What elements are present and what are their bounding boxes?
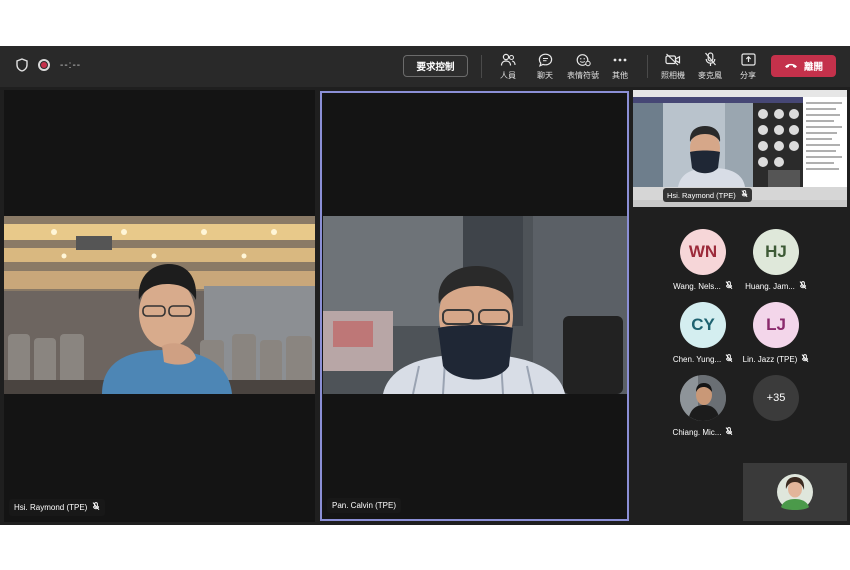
- mic-label: 麥克風: [698, 71, 722, 80]
- shield-icon[interactable]: [16, 58, 28, 72]
- people-label: 人員: [500, 71, 516, 80]
- participant-label: Lin. Jazz (TPE): [743, 354, 810, 365]
- share-button[interactable]: 分享: [728, 52, 768, 81]
- avatar: LJ: [753, 302, 799, 348]
- more-button[interactable]: 其他: [600, 52, 640, 81]
- participant-video: [323, 216, 627, 394]
- participant-name: Lin. Jazz (TPE): [742, 355, 798, 364]
- mic-off-icon: [92, 502, 100, 513]
- mic-off-icon: [725, 427, 733, 438]
- recording-icon: [38, 59, 50, 71]
- participant-name: Hsi. Raymond (TPE): [667, 190, 736, 200]
- chat-label: 聊天: [537, 71, 553, 80]
- participant-name: Huang. Jam...: [745, 282, 795, 291]
- participant-tile[interactable]: CY Chen. Yung...: [668, 302, 738, 365]
- participant-tile[interactable]: LJ Lin. Jazz (TPE): [741, 302, 811, 365]
- participant-name-tag: Pan. Calvin (TPE): [327, 498, 402, 513]
- more-icon: [613, 52, 627, 67]
- self-video: [743, 463, 847, 521]
- teams-meeting-window: --:-- 要求控制 人員 聊天 表情符號 其他 照相機 麥克風 分享 離開 H…: [0, 46, 850, 525]
- self-view[interactable]: [743, 463, 847, 521]
- leave-button[interactable]: 離開: [771, 55, 836, 77]
- people-button[interactable]: 人員: [488, 52, 528, 81]
- avatar: WN: [680, 229, 726, 275]
- video-tile-active[interactable]: Pan. Calvin (TPE): [320, 91, 629, 521]
- participant-name: Pan. Calvin (TPE): [332, 501, 397, 510]
- toolbar-divider: [647, 55, 648, 78]
- request-control-button[interactable]: 要求控制: [403, 55, 468, 77]
- leave-label: 離開: [803, 62, 823, 73]
- participant-tile[interactable]: WN Wang. Nels...: [668, 229, 738, 292]
- mic-off-icon: [725, 281, 733, 292]
- more-participants-count: +35: [753, 375, 799, 421]
- participant-label: Chiang. Mic...: [673, 427, 734, 438]
- avatar-photo: [680, 375, 726, 421]
- people-icon: [500, 52, 516, 67]
- camera-button[interactable]: 照相機: [653, 52, 693, 81]
- camera-off-icon: [665, 52, 681, 67]
- mic-off-icon: [741, 190, 748, 200]
- participant-label: Huang. Jam...: [745, 281, 807, 292]
- more-label: 其他: [612, 71, 628, 80]
- avatar: HJ: [753, 229, 799, 275]
- participant-label: Wang. Nels...: [673, 281, 733, 292]
- participant-name-tag: Hsi. Raymond (TPE): [9, 499, 106, 516]
- share-label: 分享: [740, 71, 756, 80]
- meeting-toolbar: --:-- 要求控制 人員 聊天 表情符號 其他 照相機 麥克風 分享 離開: [0, 46, 850, 87]
- reactions-button[interactable]: 表情符號: [563, 52, 603, 81]
- participant-video: [4, 216, 315, 394]
- chat-icon: [538, 52, 553, 67]
- participant-name: Hsi. Raymond (TPE): [14, 503, 88, 512]
- participant-name-tag: Hsi. Raymond (TPE): [663, 188, 752, 202]
- reactions-label: 表情符號: [567, 71, 599, 80]
- mic-off-icon: [704, 52, 717, 67]
- meeting-status: --:--: [16, 58, 81, 72]
- mic-button[interactable]: 麥克風: [690, 52, 730, 81]
- participant-name: Chen. Yung...: [672, 355, 722, 364]
- phone-hangup-icon: [784, 61, 798, 72]
- share-icon: [740, 52, 756, 67]
- mic-off-icon: [801, 354, 809, 365]
- mic-off-icon: [799, 281, 807, 292]
- reactions-icon: [576, 52, 591, 67]
- participant-name: Chiang. Mic...: [672, 428, 722, 437]
- participant-label: Chen. Yung...: [673, 354, 733, 365]
- toolbar-divider: [481, 55, 482, 78]
- participant-name: Wang. Nels...: [673, 282, 721, 291]
- participant-tile[interactable]: HJ Huang. Jam...: [741, 229, 811, 292]
- shared-screen-preview[interactable]: Hsi. Raymond (TPE): [633, 90, 847, 207]
- video-tile-left[interactable]: Hsi. Raymond (TPE): [4, 90, 315, 522]
- participant-tile[interactable]: Chiang. Mic...: [668, 375, 738, 438]
- camera-label: 照相機: [661, 71, 685, 80]
- more-participants-button[interactable]: +35: [741, 375, 811, 421]
- avatar: CY: [680, 302, 726, 348]
- chat-button[interactable]: 聊天: [525, 52, 565, 81]
- meeting-timer: --:--: [60, 59, 82, 71]
- mic-off-icon: [725, 354, 733, 365]
